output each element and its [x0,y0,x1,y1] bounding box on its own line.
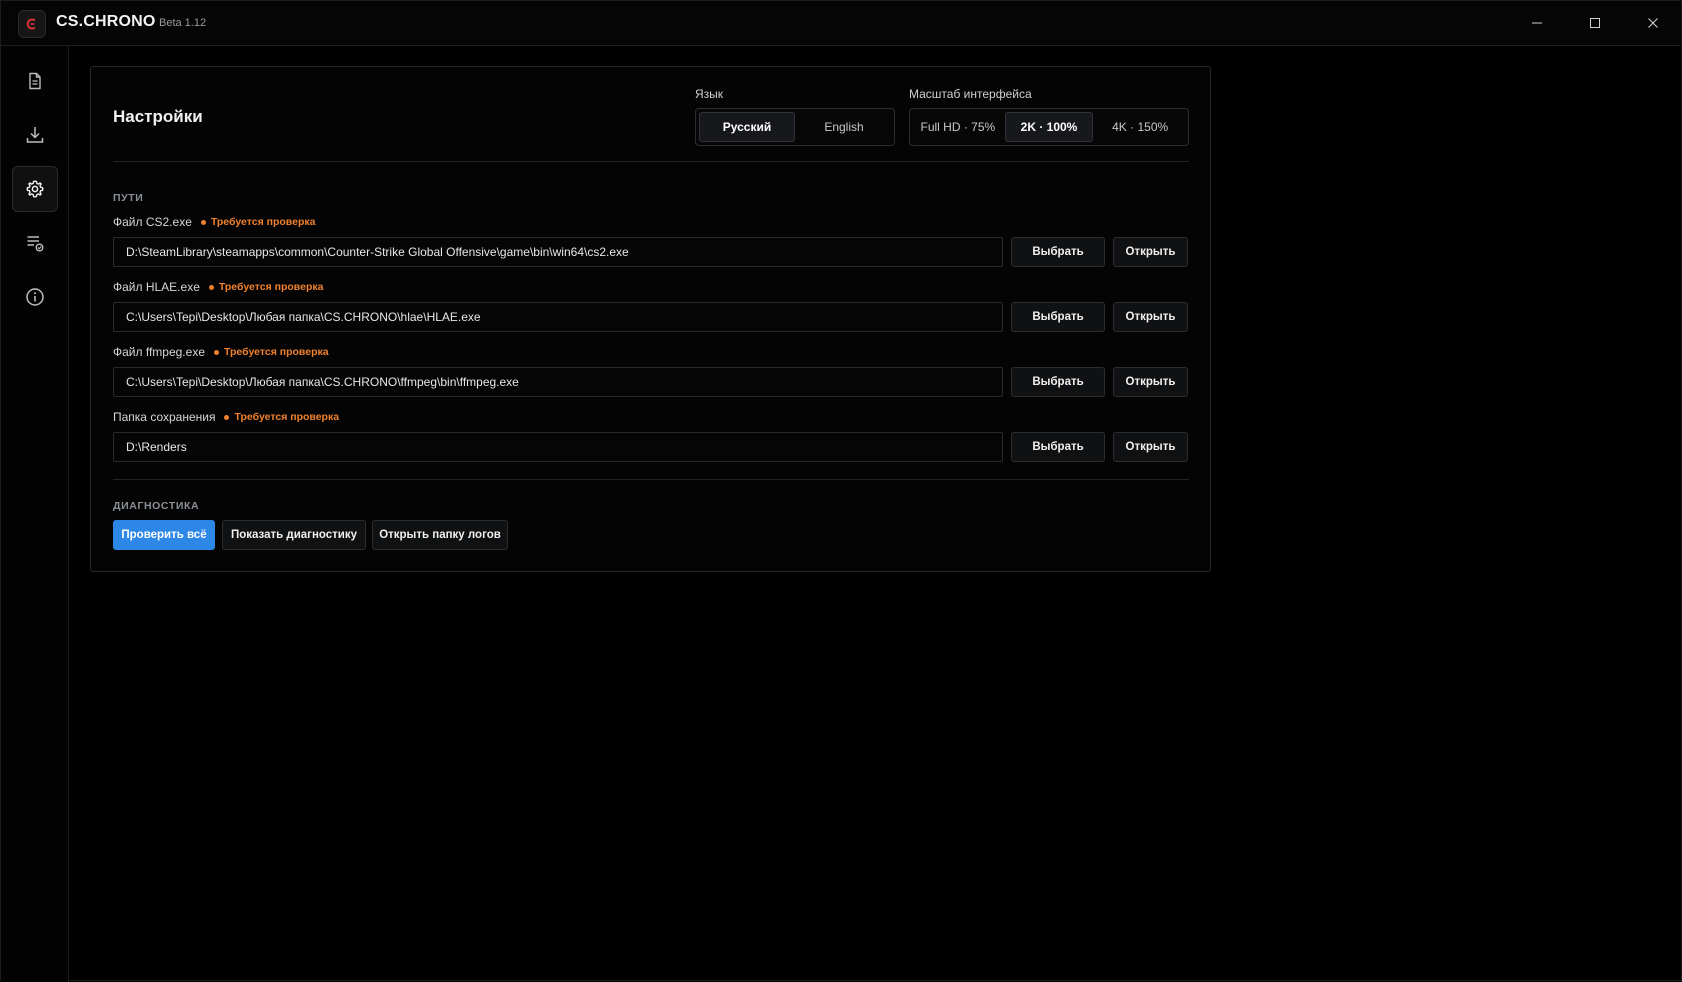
warning-dot-icon [214,349,219,355]
warning-text: Требуется проверка [234,411,340,423]
status-badge: Требуется проверка [224,411,339,423]
ffmpeg-path-input[interactable] [113,367,1003,397]
minimize-button[interactable] [1519,9,1555,37]
queue-list-icon [27,236,44,252]
warning-dot-icon [208,284,214,290]
cs2-path-label-row: Файл CS2.exe Требуется проверка [113,215,315,229]
sidebar-item-settings[interactable] [12,166,58,212]
status-badge: Требуется проверка [200,216,316,228]
hlae-open-button[interactable]: Открыть [1113,302,1188,332]
language-option-english[interactable]: English [797,112,891,142]
title-bar: CS.CHRONO Beta 1.12 [1,1,1681,46]
output-folder-label: Папка сохранения [113,410,216,424]
maximize-icon [1590,18,1600,28]
sidebar-item-demos[interactable] [12,58,58,104]
cs2-path-input[interactable] [113,237,1003,267]
scale-option-4k[interactable]: 4K · 150% [1095,112,1185,142]
diagnostics-section-label: ДИАГНОСТИКА [113,500,200,512]
minimize-icon [1532,22,1542,24]
scale-option-2k[interactable]: 2K · 100% [1004,112,1094,142]
hlae-choose-button[interactable]: Выбрать [1011,302,1105,332]
hlae-path-label: Файл HLAE.exe [113,280,200,294]
warning-text: Требуется проверка [210,216,316,228]
check-all-button[interactable]: Проверить всё [113,520,215,550]
close-icon [1648,18,1658,28]
sidebar [1,46,69,982]
settings-panel: Настройки Язык Русский English Масштаб и… [90,66,1211,572]
ffmpeg-open-button[interactable]: Открыть [1113,367,1188,397]
divider [113,479,1189,480]
sidebar-item-downloads[interactable] [12,112,58,158]
output-folder-open-button[interactable]: Открыть [1113,432,1188,462]
app-window: CS.CHRONO Beta 1.12 Настройки Язык Русск… [0,0,1682,982]
ffmpeg-path-label: Файл ffmpeg.exe [113,345,205,359]
close-button[interactable] [1635,9,1671,37]
status-badge: Требуется проверка [208,281,324,293]
info-icon [26,288,44,306]
scale-switch: Full HD · 75% 2K · 100% 4K · 150% [909,108,1189,146]
cs2-open-button[interactable]: Открыть [1113,237,1188,267]
app-title: CS.CHRONO [56,13,156,30]
sidebar-item-queue[interactable] [12,220,58,266]
language-option-russian[interactable]: Русский [699,112,795,142]
output-folder-choose-button[interactable]: Выбрать [1011,432,1105,462]
maximize-button[interactable] [1577,9,1613,37]
output-folder-input[interactable] [113,432,1003,462]
cs2-path-label: Файл CS2.exe [113,215,192,229]
cs2-choose-button[interactable]: Выбрать [1011,237,1105,267]
ffmpeg-path-label-row: Файл ffmpeg.exe Требуется проверка [113,345,329,359]
page-title: Настройки [113,107,203,126]
app-version: Beta 1.12 [159,17,207,29]
hlae-path-input[interactable] [113,302,1003,332]
ffmpeg-choose-button[interactable]: Выбрать [1011,367,1105,397]
language-label: Язык [695,87,724,101]
warning-text: Требуется проверка [224,346,329,358]
warning-dot-icon [224,414,230,420]
cschrono-logo-icon [18,10,46,38]
scale-option-fullhd[interactable]: Full HD · 75% [913,112,1003,142]
open-logs-folder-button[interactable]: Открыть папку логов [372,520,508,550]
hlae-path-label-row: Файл HLAE.exe Требуется проверка [113,280,323,294]
paths-section-label: ПУТИ [113,192,144,204]
document-icon [29,72,41,90]
gear-icon [26,180,44,198]
status-badge: Требуется проверка [214,346,329,358]
divider [113,161,1189,162]
warning-text: Требуется проверка [218,281,324,293]
output-folder-label-row: Папка сохранения Требуется проверка [113,410,339,424]
show-diagnostics-button[interactable]: Показать диагностику [222,520,366,550]
language-switch: Русский English [695,108,895,146]
sidebar-item-about[interactable] [12,274,58,320]
scale-label: Масштаб интерфейса [909,87,1032,101]
download-icon [26,127,44,143]
warning-dot-icon [200,219,206,225]
